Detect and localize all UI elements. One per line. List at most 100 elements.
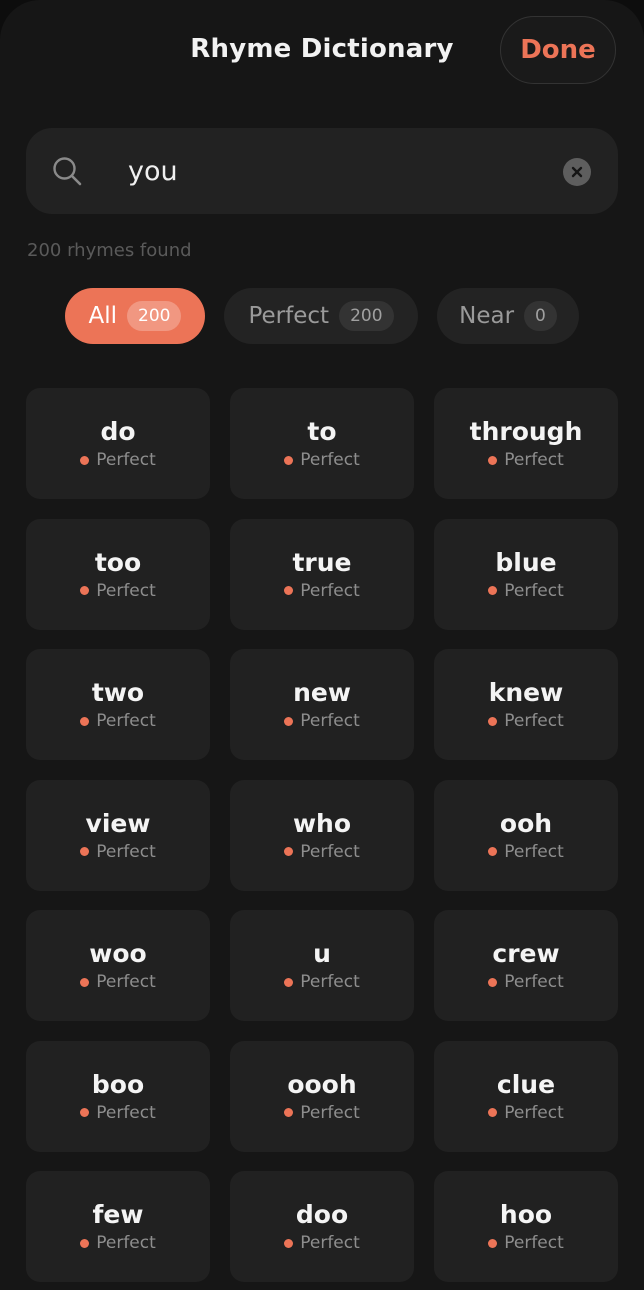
- rhyme-type-label: Perfect: [96, 1233, 156, 1253]
- filter-pills: All 200 Perfect 200 Near 0: [0, 288, 644, 344]
- rhyme-card[interactable]: who Perfect: [230, 779, 414, 891]
- rhyme-type-dot-icon: [488, 455, 498, 465]
- rhyme-card[interactable]: few Perfect: [26, 1171, 210, 1282]
- rhyme-type: Perfect: [80, 1103, 156, 1123]
- rhyme-type-dot-icon: [284, 1238, 294, 1248]
- done-button[interactable]: Done: [500, 16, 616, 84]
- rhyme-type-label: Perfect: [96, 711, 156, 731]
- rhyme-type: Perfect: [488, 450, 564, 470]
- rhyme-type-label: Perfect: [96, 580, 156, 601]
- filter-all[interactable]: All 200: [65, 288, 205, 344]
- rhyme-card[interactable]: oooh Perfect: [230, 1040, 414, 1152]
- rhyme-type-dot-icon: [488, 716, 498, 726]
- rhyme-word: hoo: [499, 1200, 553, 1229]
- rhyme-word: ooh: [499, 808, 553, 838]
- clear-icon[interactable]: [563, 158, 591, 186]
- rhyme-type-dot-icon: [80, 847, 90, 856]
- rhyme-type-dot-icon: [488, 1108, 498, 1117]
- rhyme-type-label: Perfect: [504, 1233, 564, 1253]
- rhyme-type: Perfect: [80, 842, 156, 862]
- rhyme-type-dot-icon: [284, 1108, 294, 1117]
- rhyme-type-dot-icon: [488, 586, 498, 595]
- rhyme-card[interactable]: u Perfect: [230, 910, 414, 1021]
- rhyme-type: Perfect: [80, 581, 156, 601]
- rhyme-type: Perfect: [488, 842, 564, 862]
- filter-label: Near: [459, 303, 515, 329]
- rhyme-type-label: Perfect: [96, 1102, 156, 1123]
- rhyme-card[interactable]: clue Perfect: [434, 1040, 618, 1152]
- rhyme-type-dot-icon: [488, 977, 498, 987]
- rhyme-word: who: [292, 808, 352, 838]
- rhyme-word: too: [94, 547, 142, 577]
- rhyme-word: true: [292, 547, 352, 577]
- rhyme-type: Perfect: [80, 1233, 156, 1253]
- rhyme-type: Perfect: [488, 1103, 564, 1123]
- rhyme-word: clue: [496, 1069, 556, 1099]
- close-icon: [571, 166, 583, 178]
- filter-label: Perfect: [248, 303, 330, 329]
- rhyme-type-label: Perfect: [300, 580, 360, 601]
- rhyme-type-dot-icon: [284, 716, 294, 726]
- rhyme-word: boo: [91, 1069, 145, 1099]
- rhyme-type-label: Perfect: [504, 1102, 564, 1123]
- rhyme-word: to: [307, 417, 337, 446]
- rhyme-type-label: Perfect: [504, 711, 564, 731]
- rhyme-type: Perfect: [284, 842, 360, 862]
- rhyme-type-dot-icon: [488, 847, 498, 856]
- rhyme-word: blue: [495, 547, 557, 577]
- rhyme-type-label: Perfect: [504, 450, 564, 470]
- search-input[interactable]: [128, 148, 548, 194]
- rhyme-card[interactable]: blue Perfect: [434, 518, 618, 630]
- filter-perfect[interactable]: Perfect 200: [224, 288, 418, 344]
- rhyme-type: Perfect: [488, 972, 564, 992]
- rhyme-card[interactable]: too Perfect: [26, 518, 210, 630]
- rhyme-word: knew: [488, 678, 564, 707]
- rhyme-type: Perfect: [284, 711, 360, 731]
- filter-count-badge: 0: [524, 301, 557, 331]
- rhyme-card[interactable]: to Perfect: [230, 388, 414, 499]
- rhyme-type-label: Perfect: [96, 841, 156, 862]
- rhyme-word: few: [92, 1200, 144, 1229]
- rhyme-card[interactable]: through Perfect: [434, 388, 618, 499]
- rhyme-card[interactable]: new Perfect: [230, 649, 414, 760]
- rhyme-word: through: [469, 417, 583, 446]
- rhyme-dictionary-sheet: Rhyme Dictionary Done 200 rhymes found A…: [0, 0, 644, 1290]
- rhyme-card[interactable]: doo Perfect: [230, 1171, 414, 1282]
- rhyme-type-label: Perfect: [504, 972, 564, 992]
- rhyme-word: view: [85, 808, 151, 838]
- results-count: 200 rhymes found: [27, 240, 192, 261]
- rhyme-type: Perfect: [80, 450, 156, 470]
- search-icon: [53, 157, 82, 186]
- rhyme-type: Perfect: [284, 581, 360, 601]
- rhyme-word: do: [100, 417, 136, 446]
- rhyme-word: doo: [295, 1200, 349, 1229]
- rhyme-type-dot-icon: [80, 586, 90, 595]
- rhyme-type-dot-icon: [284, 455, 294, 465]
- rhyme-type: Perfect: [284, 972, 360, 992]
- rhyme-word: u: [313, 939, 331, 968]
- rhyme-card[interactable]: crew Perfect: [434, 910, 618, 1021]
- rhyme-type: Perfect: [284, 1233, 360, 1253]
- rhyme-word: oooh: [287, 1069, 357, 1099]
- rhyme-card[interactable]: ooh Perfect: [434, 779, 618, 891]
- rhyme-type-label: Perfect: [300, 1233, 360, 1253]
- rhyme-card[interactable]: two Perfect: [26, 649, 210, 760]
- rhyme-card[interactable]: knew Perfect: [434, 649, 618, 760]
- rhyme-word: new: [293, 678, 351, 707]
- rhyme-card[interactable]: boo Perfect: [26, 1040, 210, 1152]
- filter-near[interactable]: Near 0: [437, 288, 579, 344]
- rhyme-card[interactable]: hoo Perfect: [434, 1171, 618, 1282]
- rhyme-card[interactable]: view Perfect: [26, 779, 210, 891]
- rhyme-type-dot-icon: [80, 977, 90, 987]
- rhyme-type-label: Perfect: [300, 711, 360, 731]
- rhyme-type-label: Perfect: [300, 841, 360, 862]
- rhyme-card[interactable]: woo Perfect: [26, 910, 210, 1021]
- rhyme-type-label: Perfect: [96, 972, 156, 992]
- rhyme-type-dot-icon: [80, 716, 90, 726]
- filter-count-badge: 200: [127, 301, 182, 331]
- rhyme-word: woo: [89, 939, 147, 968]
- rhyme-type-label: Perfect: [96, 450, 156, 470]
- rhyme-card[interactable]: do Perfect: [26, 388, 210, 499]
- rhyme-type-label: Perfect: [504, 841, 564, 862]
- rhyme-card[interactable]: true Perfect: [230, 518, 414, 630]
